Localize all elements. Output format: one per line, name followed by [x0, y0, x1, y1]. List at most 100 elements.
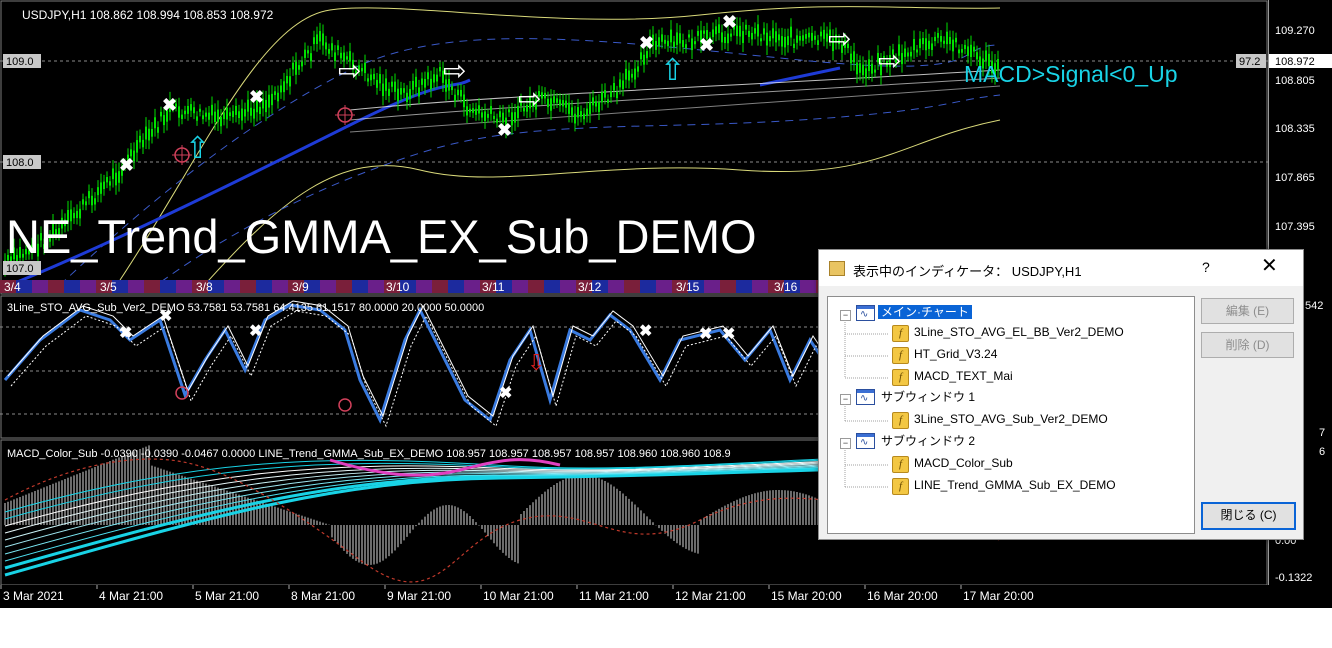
candle-body: [403, 88, 405, 93]
date-bar-segment: [128, 280, 144, 293]
candle-body: [919, 38, 921, 48]
candle-body: [199, 108, 201, 112]
candle-body: [103, 181, 105, 190]
candle-body: [187, 105, 189, 114]
candle-body: [223, 112, 225, 120]
delete-button[interactable]: 削除 (D): [1201, 332, 1294, 358]
date-bar-segment: [256, 280, 272, 293]
indicator-tree[interactable]: − ∿ メイン·チャート f 3Line_STO_AVG_EL_BB_Ver2_…: [827, 296, 1195, 534]
candle-body: [238, 111, 240, 119]
candle-body: [481, 112, 483, 118]
candle-body: [94, 198, 96, 205]
candle-body: [328, 48, 330, 54]
price-tick-3: 108.335: [1275, 123, 1315, 135]
date-bar-segment: [240, 280, 256, 293]
candle-body: [451, 86, 453, 91]
date-bar-segment: [640, 280, 656, 293]
candle-body: [277, 92, 279, 102]
cross-marker: ✖: [119, 155, 134, 175]
candle-body: [640, 52, 642, 60]
candle-body: [259, 106, 261, 114]
down-arrow-marker: ⇩: [527, 350, 545, 375]
tree-node-indicator[interactable]: 3Line_STO_AVG_EL_BB_Ver2_DEMO: [914, 323, 1124, 341]
tree-node-indicator[interactable]: LINE_Trend_GMMA_Sub_EX_DEMO: [914, 476, 1116, 494]
candle-body: [676, 32, 678, 45]
date-bar-segment: [80, 280, 96, 293]
dialog-titlebar[interactable]: 表示中のインディケータ： USDJPY,H1 ? ✕: [819, 250, 1303, 286]
candle-body: [601, 91, 603, 103]
date-label: 3/16: [774, 280, 798, 294]
close-dialog-button[interactable]: 閉じる (C): [1201, 502, 1296, 530]
tree-node-subwindow-2[interactable]: サブウィンドウ 2: [881, 432, 975, 450]
date-bar-segment: [464, 280, 480, 293]
candle-body: [694, 41, 696, 45]
tree-node-indicator[interactable]: MACD_Color_Sub: [914, 454, 1013, 472]
candle-body: [289, 76, 291, 87]
candle-body: [430, 78, 432, 90]
candle-body: [148, 128, 150, 141]
candle-body: [904, 48, 906, 57]
price-tick-5: 107.395: [1275, 221, 1315, 233]
candle-body: [514, 112, 516, 123]
candle-body: [940, 35, 942, 42]
date-bar-segment: [432, 280, 448, 293]
date-bar-segment: [752, 280, 768, 293]
help-button[interactable]: ?: [1202, 259, 1210, 275]
candle-body: [691, 38, 693, 51]
cross-marker: ✖: [249, 87, 264, 107]
candle-body: [325, 42, 327, 50]
candle-body: [952, 39, 954, 52]
candle-body: [658, 37, 660, 47]
tree-node-indicator[interactable]: HT_Grid_V3.24: [914, 345, 997, 363]
date-label: 3/12: [578, 280, 602, 294]
candle-body: [559, 99, 561, 106]
edit-button[interactable]: 編集 (E): [1201, 298, 1294, 324]
time-label: 11 Mar 21:00: [579, 589, 649, 603]
candle-body: [190, 104, 192, 111]
candle-body: [493, 115, 495, 119]
candle-body: [460, 89, 462, 97]
candle-body: [754, 28, 756, 34]
candle-body: [379, 74, 381, 84]
candle-body: [385, 78, 387, 91]
up-arrow-marker: ⇧: [660, 54, 685, 87]
tree-node-indicator[interactable]: MACD_TEXT_Mai: [914, 367, 1013, 385]
candle-body: [376, 79, 378, 88]
date-label: 3/8: [196, 280, 213, 294]
candle-body: [976, 52, 978, 60]
candle-body: [751, 32, 753, 40]
candle-body: [91, 195, 93, 206]
date-bar-segment: [336, 280, 352, 293]
candle-body: [661, 34, 663, 42]
close-icon[interactable]: ✕: [1261, 256, 1278, 276]
candle-body: [811, 32, 813, 41]
candle-body: [583, 113, 585, 120]
candle-body: [874, 69, 876, 73]
up-arrow-marker: ⇧: [185, 132, 210, 165]
candle-body: [331, 43, 333, 51]
candle-body: [817, 40, 819, 46]
candle-body: [781, 36, 783, 47]
candle-body: [724, 37, 726, 44]
candle-body: [307, 50, 309, 54]
price-marker: 97.2: [1239, 56, 1260, 68]
tree-node-main-chart[interactable]: メイン·チャート: [878, 303, 972, 321]
indicators-dialog[interactable]: 表示中のインディケータ： USDJPY,H1 ? ✕ − ∿ メイン·チャート …: [818, 249, 1304, 540]
sub2-axis-1: 6: [1319, 446, 1325, 458]
candle-body: [757, 24, 759, 37]
candle-body: [862, 64, 864, 76]
signal-markers: ✖ ✖ ✖ ✖ ✖ ✖ ✖ ⇧ ⇧ ⇨ ⇨ ⇨ ⇨ ⇨: [119, 12, 901, 175]
candle-body: [865, 68, 867, 79]
candle-body: [730, 33, 732, 37]
candle-body: [688, 34, 690, 38]
tree-node-indicator[interactable]: 3Line_STO_AVG_Sub_Ver2_DEMO: [914, 410, 1108, 428]
candle-body: [298, 65, 300, 70]
tree-node-subwindow-1[interactable]: サブウィンドウ 1: [881, 388, 975, 406]
candle-body: [973, 46, 975, 52]
candle-body: [943, 40, 945, 44]
candle-body: [823, 29, 825, 39]
time-label: 12 Mar 21:00: [675, 589, 746, 603]
candle-body: [775, 31, 777, 43]
date-bar-segment: [48, 280, 64, 293]
candle-body: [142, 139, 144, 148]
